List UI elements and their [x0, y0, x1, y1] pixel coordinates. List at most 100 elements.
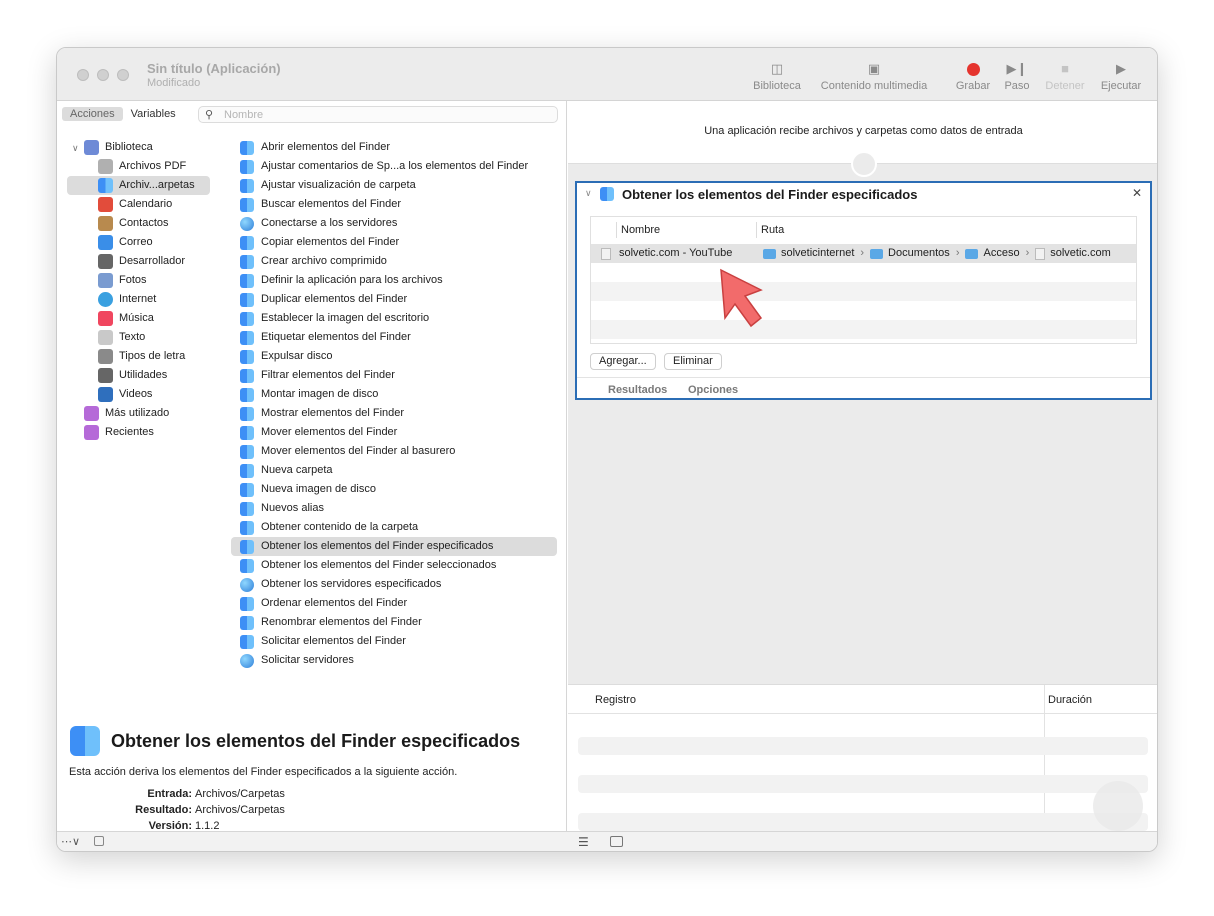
detener-button[interactable]: ■ Detener [1043, 58, 1087, 92]
finder-icon [240, 197, 254, 212]
action-item[interactable]: Mover elementos del Finder al basurero [231, 442, 557, 461]
description-text: Esta acción deriva los elementos del Fin… [69, 766, 458, 778]
contenido-multimedia-button[interactable]: ▣ Contenido multimedia [817, 58, 931, 92]
calendar-icon [98, 197, 113, 212]
sidebar-item-mas-utilizado[interactable]: Más utilizado [84, 404, 169, 423]
action-item[interactable]: Expulsar disco [231, 347, 557, 366]
mail-icon [98, 235, 113, 250]
chevron-down-icon[interactable]: ∨ [72, 143, 79, 154]
action-item[interactable]: Etiquetar elementos del Finder [231, 328, 557, 347]
workflow-pane: Una aplicación recibe archivos y carpeta… [568, 101, 1157, 832]
watermark-logo-icon [1093, 781, 1143, 831]
empty-row [591, 320, 1136, 339]
empty-row [591, 301, 1136, 320]
action-item[interactable]: Obtener los servidores especificados [231, 575, 557, 594]
description-toggle-icon[interactable] [94, 836, 104, 846]
grabar-button[interactable]: Grabar [953, 58, 993, 92]
sidebar-item-contactos[interactable]: Contactos [98, 214, 169, 233]
actions-list: Abrir elementos del Finder Ajustar comen… [222, 131, 567, 721]
agregar-button[interactable]: Agregar... [590, 353, 656, 370]
sidebar-item-tipos-de-letra[interactable]: Tipos de letra [98, 347, 185, 366]
ejecutar-button[interactable]: ▶ Ejecutar [1099, 58, 1143, 92]
action-item[interactable]: Renombrar elementos del Finder [231, 613, 557, 632]
sidebar-item-utilidades[interactable]: Utilidades [98, 366, 167, 385]
tab-variables[interactable]: Variables [123, 107, 184, 121]
action-item[interactable]: Crear archivo comprimido [231, 252, 557, 271]
action-card-header: ∨ Obtener los elementos del Finder espec… [577, 183, 1150, 206]
action-item[interactable]: Definir la aplicación para los archivos [231, 271, 557, 290]
sidebar-item-archivos-carpetas[interactable]: Archiv...arpetas [67, 176, 210, 195]
sidebar-item-desarrollador[interactable]: Desarrollador [98, 252, 185, 271]
sidebar-item-fotos[interactable]: Fotos [98, 271, 147, 290]
action-item[interactable]: Establecer la imagen del escritorio [231, 309, 557, 328]
action-item[interactable]: Nueva carpeta [231, 461, 557, 480]
tab-acciones[interactable]: Acciones [62, 107, 123, 121]
action-menu-icon[interactable]: ⋯∨ [61, 835, 80, 848]
sidebar-item-archivos-pdf[interactable]: Archivos PDF [98, 157, 186, 176]
sidebar-item-biblioteca[interactable]: Biblioteca [84, 138, 153, 157]
sidebar-item-recientes[interactable]: Recientes [84, 423, 154, 442]
document-icon [1035, 247, 1046, 260]
minimize-window-button[interactable] [97, 69, 109, 81]
finder-icon [240, 482, 254, 497]
search-input[interactable]: ⚲ Nombre [198, 106, 558, 123]
close-window-button[interactable] [77, 69, 89, 81]
action-item[interactable]: Abrir elementos del Finder [231, 138, 557, 157]
finder-icon [240, 615, 254, 630]
finder-icon [240, 596, 254, 611]
chevron-down-icon[interactable]: ∨ [585, 188, 592, 199]
action-item[interactable]: Nueva imagen de disco [231, 480, 557, 499]
flow-view-icon[interactable] [610, 836, 623, 847]
tab-opciones[interactable]: Opciones [688, 384, 738, 396]
items-table: Nombre Ruta solvetic.com - YouTube solve… [590, 216, 1137, 344]
sidebar-item-videos[interactable]: Videos [98, 385, 152, 404]
sidebar-item-musica[interactable]: Música [98, 309, 154, 328]
sidebar-item-internet[interactable]: Internet [98, 290, 156, 309]
zoom-window-button[interactable] [117, 69, 129, 81]
text-icon [98, 330, 113, 345]
action-item[interactable]: Buscar elementos del Finder [231, 195, 557, 214]
column-separator [756, 222, 757, 238]
description-title: Obtener los elementos del Finder especif… [111, 731, 521, 751]
tab-resultados[interactable]: Resultados [608, 384, 667, 396]
search-placeholder: Nombre [224, 109, 264, 121]
finder-icon [240, 311, 254, 326]
log-column-registro[interactable]: Registro [595, 694, 636, 706]
action-item[interactable]: Nuevos alias [231, 499, 557, 518]
column-header-nombre[interactable]: Nombre [621, 217, 660, 243]
close-icon[interactable]: ✕ [1132, 186, 1142, 200]
action-item[interactable]: Duplicar elementos del Finder [231, 290, 557, 309]
action-item-selected[interactable]: Obtener los elementos del Finder especif… [231, 537, 557, 556]
finder-icon [240, 349, 254, 364]
finder-icon [240, 140, 254, 155]
table-row[interactable]: solvetic.com - YouTube solveticinternet … [591, 244, 1136, 263]
action-item[interactable]: Obtener los elementos del Finder selecci… [231, 556, 557, 575]
log-row [578, 813, 1148, 831]
folder-icon [965, 248, 979, 259]
action-item[interactable]: Ajustar comentarios de Sp...a los elemen… [231, 157, 557, 176]
action-item[interactable]: Copiar elementos del Finder [231, 233, 557, 252]
sidebar-item-texto[interactable]: Texto [98, 328, 145, 347]
action-item[interactable]: Ajustar visualización de carpeta [231, 176, 557, 195]
sidebar-item-calendario[interactable]: Calendario [98, 195, 172, 214]
action-item[interactable]: Mostrar elementos del Finder [231, 404, 557, 423]
action-item[interactable]: Montar imagen de disco [231, 385, 557, 404]
globe-icon [98, 292, 113, 307]
log-column-duracion[interactable]: Duración [1048, 694, 1092, 706]
path-chevron-icon: › [860, 247, 865, 259]
list-view-icon[interactable]: ☰ [578, 835, 589, 849]
biblioteca-button[interactable]: ◫ Biblioteca [751, 58, 803, 92]
column-header-ruta[interactable]: Ruta [761, 217, 784, 243]
sidebar-item-correo[interactable]: Correo [98, 233, 153, 252]
eliminar-button[interactable]: Eliminar [664, 353, 722, 370]
step-icon: ▶❙ [1006, 61, 1028, 76]
action-item[interactable]: Mover elementos del Finder [231, 423, 557, 442]
action-item[interactable]: Ordenar elementos del Finder [231, 594, 557, 613]
paso-button[interactable]: ▶❙ Paso [1003, 58, 1031, 92]
action-item[interactable]: Filtrar elementos del Finder [231, 366, 557, 385]
action-item[interactable]: Solicitar servidores [231, 651, 557, 670]
action-item[interactable]: Solicitar elementos del Finder [231, 632, 557, 651]
action-item[interactable]: Obtener contenido de la carpeta [231, 518, 557, 537]
photos-icon [98, 273, 113, 288]
action-item[interactable]: Conectarse a los servidores [231, 214, 557, 233]
